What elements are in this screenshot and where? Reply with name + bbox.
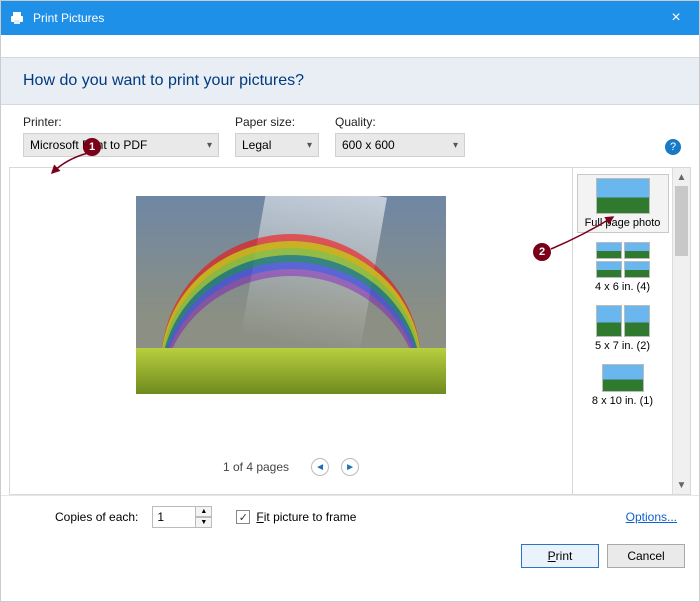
- chevron-down-icon: ▾: [207, 140, 212, 151]
- pager: 1 of 4 pages ◄ ►: [223, 458, 359, 476]
- copies-spinner: ▲ ▼: [152, 506, 212, 528]
- paper-size-field: Paper size: Legal ▾: [235, 115, 319, 157]
- arrow-up-icon: ▲: [677, 172, 687, 183]
- preview-pane: 1 of 4 pages ◄ ►: [9, 167, 573, 495]
- copies-label: Copies of each:: [55, 510, 138, 524]
- layout-full-page[interactable]: Full page photo: [577, 174, 669, 233]
- scroll-track[interactable]: [673, 186, 690, 476]
- paper-size-dropdown[interactable]: Legal ▾: [235, 133, 319, 157]
- layout-8x10[interactable]: 8 x 10 in. (1): [577, 361, 669, 410]
- arrow-left-icon: ◄: [315, 462, 325, 473]
- paper-size-value: Legal: [242, 138, 271, 152]
- layout-label: 8 x 10 in. (1): [577, 395, 669, 407]
- options-link[interactable]: Options...: [626, 510, 677, 524]
- layout-label: Full page photo: [578, 217, 668, 229]
- layout-scrollbar[interactable]: ▲ ▼: [672, 168, 690, 494]
- quality-dropdown[interactable]: 600 x 600 ▾: [335, 133, 465, 157]
- header-question: How do you want to print your pictures?: [23, 72, 677, 90]
- checkbox-box: ✓: [236, 510, 250, 524]
- controls-row: Printer: Microsoft Print to PDF ▾ Paper …: [1, 115, 699, 157]
- quality-value: 600 x 600: [342, 138, 395, 152]
- scroll-down-button[interactable]: ▼: [673, 476, 691, 494]
- footer: PrintPrint Cancel: [1, 536, 699, 580]
- copies-down-button[interactable]: ▼: [196, 517, 212, 528]
- photo-thumb-icon: [596, 178, 650, 214]
- window-title: Print Pictures: [33, 11, 104, 25]
- close-icon: ×: [671, 9, 680, 27]
- layout-5x7[interactable]: 5 x 7 in. (2): [577, 302, 669, 355]
- pager-label: 1 of 4 pages: [223, 460, 289, 474]
- next-page-button[interactable]: ►: [341, 458, 359, 476]
- layout-label: 5 x 7 in. (2): [577, 340, 669, 352]
- printer-label: Printer:: [23, 115, 219, 129]
- chevron-down-icon: ▾: [307, 140, 312, 151]
- close-button[interactable]: ×: [653, 1, 699, 35]
- paper-size-label: Paper size:: [235, 115, 319, 129]
- copies-up-button[interactable]: ▲: [196, 506, 212, 517]
- prev-page-button[interactable]: ◄: [311, 458, 329, 476]
- arrow-down-icon: ▼: [200, 519, 207, 526]
- check-icon: ✓: [239, 511, 248, 524]
- fit-label: FFit picture to frameit picture to frame: [256, 510, 356, 524]
- copies-input[interactable]: [152, 506, 196, 528]
- print-button[interactable]: PrintPrint: [521, 544, 599, 568]
- scroll-thumb[interactable]: [675, 186, 688, 256]
- middle-area: 1 of 4 pages ◄ ► Full page photo 4 x 6 i…: [9, 167, 691, 495]
- photo-thumb-icon: [602, 364, 644, 392]
- quality-label: Quality:: [335, 115, 465, 129]
- layout-panel: Full page photo 4 x 6 in. (4) 5 x 7 in. …: [573, 167, 691, 495]
- arrow-down-icon: ▼: [677, 480, 687, 491]
- layout-list: Full page photo 4 x 6 in. (4) 5 x 7 in. …: [573, 168, 672, 494]
- scroll-up-button[interactable]: ▲: [673, 168, 691, 186]
- annotation-callout-2: 2: [533, 243, 551, 261]
- printer-field: Printer: Microsoft Print to PDF ▾: [23, 115, 219, 157]
- grid-4-icon: [596, 242, 650, 278]
- layout-4x6[interactable]: 4 x 6 in. (4): [577, 239, 669, 296]
- quality-field: Quality: 600 x 600 ▾: [335, 115, 465, 157]
- grid-2-icon: [596, 305, 650, 337]
- copies-row: Copies of each: ▲ ▼ ✓ FFit picture to fr…: [1, 495, 699, 536]
- layout-label: 4 x 6 in. (4): [577, 281, 669, 293]
- help-icon: ?: [670, 141, 676, 153]
- arrow-up-icon: ▲: [200, 508, 207, 515]
- preview-image: [136, 196, 446, 394]
- annotation-callout-1: 1: [83, 138, 101, 156]
- help-button[interactable]: ?: [665, 139, 681, 155]
- fit-to-frame-checkbox[interactable]: ✓ FFit picture to frameit picture to fra…: [236, 510, 356, 524]
- chevron-down-icon: ▾: [453, 140, 458, 151]
- printer-icon: [9, 10, 25, 26]
- titlebar: Print Pictures ×: [1, 1, 699, 35]
- arrow-right-icon: ►: [345, 462, 355, 473]
- printer-dropdown[interactable]: Microsoft Print to PDF ▾: [23, 133, 219, 157]
- header-band: How do you want to print your pictures?: [1, 57, 699, 105]
- cancel-button[interactable]: Cancel: [607, 544, 685, 568]
